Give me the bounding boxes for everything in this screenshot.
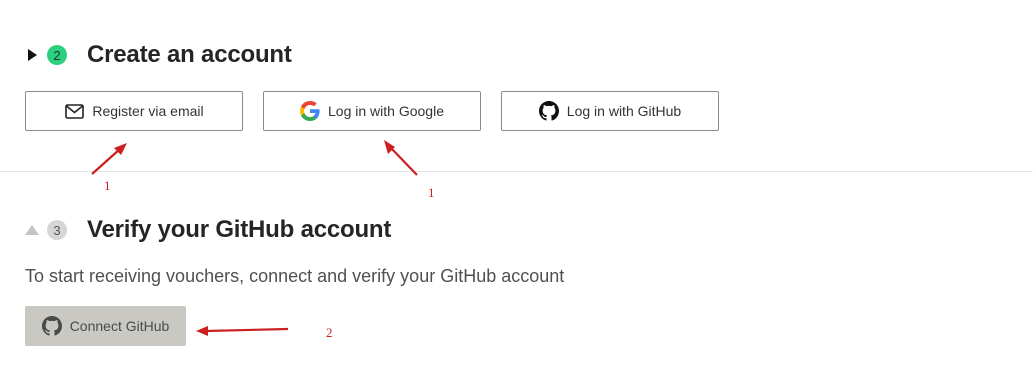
mail-icon bbox=[64, 101, 84, 121]
caret-right-icon[interactable] bbox=[25, 48, 39, 62]
step-2-badge: 2 bbox=[47, 45, 67, 65]
step-2-title: Create an account bbox=[87, 41, 292, 68]
github-icon bbox=[538, 101, 559, 121]
step-3-header[interactable]: 3 Verify your GitHub account bbox=[25, 216, 391, 244]
caret-up-icon[interactable] bbox=[25, 223, 39, 237]
annotation-arrow-3 bbox=[196, 326, 289, 336]
step-3-description: To start receiving vouchers, connect and… bbox=[25, 266, 565, 286]
log-in-with-github-button[interactable]: Log in with GitHub bbox=[501, 91, 719, 131]
register-via-email-label: Register via email bbox=[92, 103, 204, 119]
connect-github-label: Connect GitHub bbox=[69, 318, 170, 334]
step-3-title: Verify your GitHub account bbox=[87, 216, 392, 243]
github-icon bbox=[41, 316, 62, 336]
annotation-arrow-2 bbox=[384, 140, 418, 176]
log-in-with-google-button[interactable]: Log in with Google bbox=[263, 91, 481, 131]
annotation-label: 1 bbox=[428, 185, 435, 200]
step-2-header[interactable]: 2 Create an account bbox=[25, 41, 292, 69]
connect-github-button[interactable]: Connect GitHub bbox=[25, 306, 186, 346]
register-via-email-button[interactable]: Register via email bbox=[25, 91, 243, 131]
annotation-label: 1 bbox=[104, 178, 111, 193]
annotation-label: 2 bbox=[326, 325, 333, 340]
section-divider bbox=[0, 171, 1033, 172]
step-3-badge: 3 bbox=[47, 220, 67, 240]
log-in-with-github-label: Log in with GitHub bbox=[566, 103, 682, 119]
annotation-arrow-1 bbox=[91, 143, 127, 175]
log-in-with-google-label: Log in with Google bbox=[328, 103, 444, 119]
google-icon bbox=[300, 101, 320, 121]
